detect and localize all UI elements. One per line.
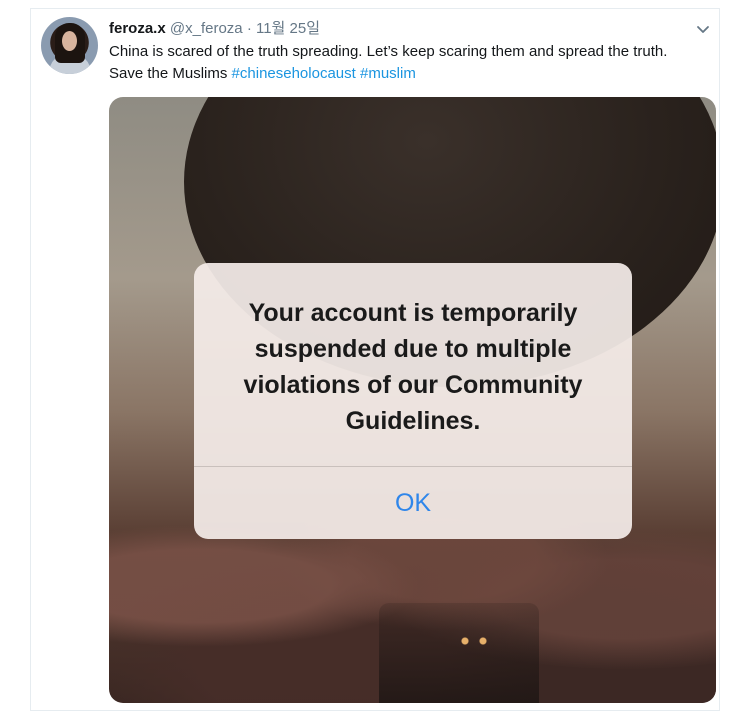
user-handle[interactable]: @x_feroza — [170, 20, 243, 37]
header-separator: · — [246, 20, 252, 37]
chevron-down-icon[interactable] — [695, 21, 711, 37]
display-name[interactable]: feroza.x — [109, 20, 166, 37]
ok-button[interactable]: OK — [194, 467, 632, 539]
hashtag-link[interactable]: #muslim — [360, 65, 416, 82]
avatar[interactable] — [41, 17, 98, 74]
tweet-media-image[interactable]: Your account is temporarily suspended du… — [109, 97, 716, 703]
balloon-basket — [379, 603, 539, 703]
hashtag-link[interactable]: #chineseholocaust — [232, 65, 356, 82]
avatar-face — [62, 31, 77, 51]
alert-message: Your account is temporarily suspended du… — [243, 299, 583, 435]
suspension-alert-dialog: Your account is temporarily suspended du… — [194, 263, 632, 539]
tweet-text: China is scared of the truth spreading. … — [109, 41, 699, 85]
tweet-card: feroza.x @x_feroza · 11월 25일 China is sc… — [30, 8, 720, 711]
tweet-date[interactable]: 11월 25일 — [256, 20, 320, 37]
tweet-header: feroza.x @x_feroza · 11월 25일 — [109, 17, 320, 38]
basket-lights — [459, 637, 489, 645]
